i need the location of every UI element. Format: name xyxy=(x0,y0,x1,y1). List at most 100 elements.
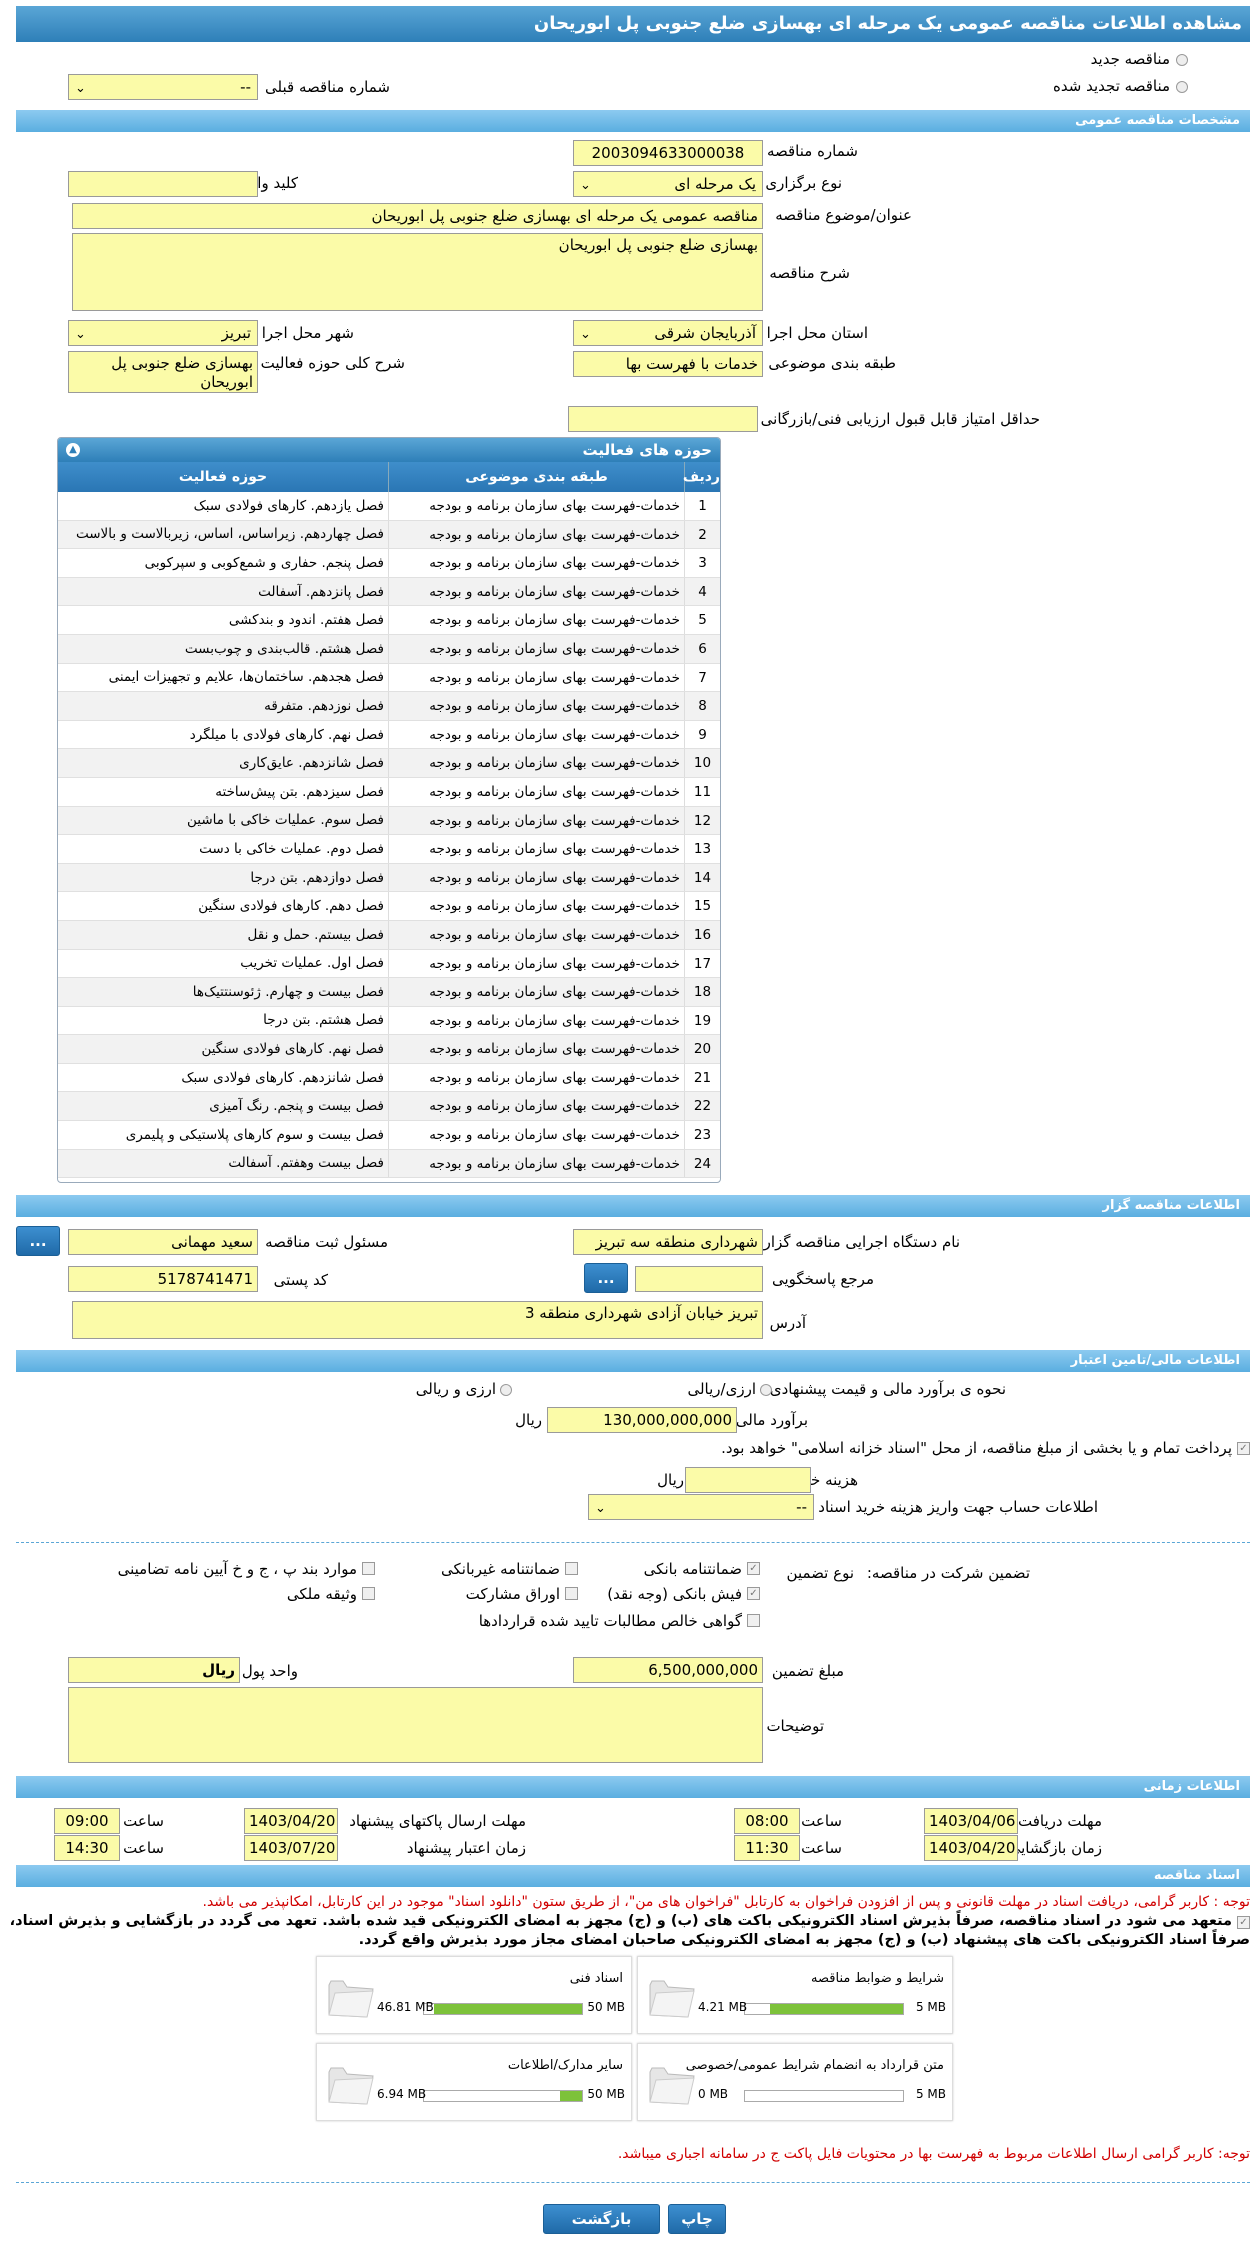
g7-checkbox[interactable] xyxy=(747,1614,760,1627)
select-ref-button[interactable]: ... xyxy=(584,1263,628,1293)
guarantee-label: تضمین شرکت در مناقصه: xyxy=(866,1564,1030,1582)
row-category: خدمات-فهرست بهای سازمان برنامه و بودجه xyxy=(388,1006,684,1035)
row-activity: فصل پانزدهم. آسفالت xyxy=(258,583,384,600)
section-documents: اسناد مناقصه xyxy=(16,1865,1250,1887)
treasury-text: پرداخت تمام و یا بخشی از مبلغ مناقصه، از… xyxy=(721,1439,1232,1457)
row-index: 13 xyxy=(684,835,720,863)
validity-label: زمان اعتبار پیشنهاد xyxy=(406,1839,526,1857)
table-row: 16 خدمات-فهرست بهای سازمان برنامه و بودجه… xyxy=(58,920,720,950)
row-activity: فصل بیست وهفتم. آسفالت xyxy=(228,1155,384,1172)
row-category: خدمات-فهرست بهای سازمان برنامه و بودجه xyxy=(388,549,684,577)
radio-rial[interactable] xyxy=(760,1384,772,1396)
activity-grid-title: حوزه های فعالیت xyxy=(582,441,713,459)
row-activity: فصل چهاردهم. زیراساس، اساس، زیربالاست و … xyxy=(75,526,384,543)
doc-used: 6.94 MB xyxy=(377,2087,427,2101)
radio-both[interactable] xyxy=(500,1384,512,1396)
doc-card[interactable]: شرایط و ضوابط مناقصه 5 MB 4.21 MB xyxy=(637,1956,953,2034)
type-label: نوع برگزاری xyxy=(765,174,842,192)
table-row: 7 خدمات-فهرست بهای سازمان برنامه و بودجه ف… xyxy=(58,663,720,693)
row-category: خدمات-فهرست بهای سازمان برنامه و بودجه xyxy=(388,1092,684,1121)
doc-name: سایر مدارک/اطلاعات xyxy=(507,2058,623,2073)
row-activity: فصل بیستم. حمل و نقل xyxy=(247,926,384,943)
resp-field: سعید مهمانی xyxy=(68,1229,258,1255)
folder-icon xyxy=(328,2067,374,2105)
select-responsible-button[interactable]: ... xyxy=(16,1226,60,1256)
keyword-field[interactable] xyxy=(68,171,258,197)
table-row: 11 خدمات-فهرست بهای سازمان برنامه و بودجه… xyxy=(58,777,720,807)
treasury-checkbox[interactable]: ✓ xyxy=(1237,1442,1250,1455)
table-row: 6 خدمات-فهرست بهای سازمان برنامه و بودجه ف… xyxy=(58,634,720,664)
table-row: 9 خدمات-فهرست بهای سازمان برنامه و بودجه ف… xyxy=(58,720,720,750)
print-button[interactable]: چاپ xyxy=(668,2204,726,2234)
min-score-field[interactable] xyxy=(568,406,758,432)
radio-renewed-tender[interactable] xyxy=(1176,81,1188,93)
row-category: خدمات-فهرست بهای سازمان برنامه و بودجه xyxy=(388,835,684,863)
g5-checkbox[interactable] xyxy=(565,1587,578,1600)
ref-field xyxy=(635,1266,763,1292)
unit-field: ریال xyxy=(68,1657,240,1683)
activity-grid-body: 1 خدمات-فهرست بهای سازمان برنامه و بودجه ف… xyxy=(58,492,720,1179)
doc-progress xyxy=(423,2003,583,2015)
account-select[interactable]: -- ⌄ xyxy=(588,1494,814,1520)
table-row: 24 خدمات-فهرست بهای سازمان برنامه و بودجه… xyxy=(58,1149,720,1179)
city-label: شهر محل اجرا xyxy=(261,324,354,342)
validity-time-label: ساعت xyxy=(123,1839,164,1857)
doc-card[interactable]: اسناد فنی 50 MB 46.81 MB xyxy=(316,1956,632,2034)
doc-max: 5 MB xyxy=(915,2000,946,2014)
folder-icon xyxy=(649,2067,695,2105)
row-activity: فصل هجدهم. ساختمان‌ها، علایم و تجهیزات ا… xyxy=(108,669,384,686)
table-row: 2 خدمات-فهرست بهای سازمان برنامه و بودجه ف… xyxy=(58,520,720,550)
province-select[interactable]: آذربایجان شرقی ⌄ xyxy=(573,320,763,346)
radio-new-tender[interactable] xyxy=(1176,54,1188,66)
row-category: خدمات-فهرست بهای سازمان برنامه و بودجه xyxy=(388,1149,684,1178)
type-select[interactable]: یک مرحله ای ⌄ xyxy=(573,171,763,197)
row-index: 16 xyxy=(684,920,720,949)
row-index: 14 xyxy=(684,863,720,892)
collapse-icon[interactable]: ▲ xyxy=(66,443,80,457)
doc-name: شرایط و ضوابط مناقصه xyxy=(811,1971,944,1986)
row-category: خدمات-فهرست بهای سازمان برنامه و بودجه xyxy=(388,806,684,835)
commit-checkbox[interactable]: ✓ xyxy=(1237,1916,1250,1929)
category-field: خدمات با فهرست بها xyxy=(573,351,763,377)
tender-no-label: شماره مناقصه xyxy=(766,142,858,160)
table-row: 21 خدمات-فهرست بهای سازمان برنامه و بودجه… xyxy=(58,1063,720,1093)
city-select[interactable]: تبریز ⌄ xyxy=(68,320,258,346)
row-index: 5 xyxy=(684,606,720,634)
row-activity: فصل شانزدهم. کارهای فولادی سبک xyxy=(181,1069,384,1086)
row-category: خدمات-فهرست بهای سازمان برنامه و بودجه xyxy=(388,663,684,692)
row-category: خدمات-فهرست بهای سازمان برنامه و بودجه xyxy=(388,634,684,663)
min-score-label: حداقل امتیاز قابل قبول ارزیابی فنی/بازرگ… xyxy=(760,410,1040,428)
back-button[interactable]: بازگشت xyxy=(543,2204,660,2234)
g1-label: ضمانتنامه بانکی xyxy=(643,1560,742,1578)
row-index: 8 xyxy=(684,692,720,720)
divider xyxy=(16,2182,1250,2183)
doc-card[interactable]: سایر مدارک/اطلاعات 50 MB 6.94 MB xyxy=(316,2043,632,2121)
desc-label: شرح مناقصه xyxy=(769,264,850,282)
row-activity: فصل دهم. کارهای فولادی سنگین xyxy=(198,898,384,915)
g6-checkbox[interactable] xyxy=(362,1587,375,1600)
postal-label: کد پستی xyxy=(273,1271,328,1289)
submit-deadline-time: 09:00 xyxy=(54,1808,120,1834)
table-row: 22 خدمات-فهرست بهای سازمان برنامه و بودجه… xyxy=(58,1092,720,1122)
row-activity: فصل دوم. عملیات خاکی با دست xyxy=(199,840,384,857)
g2-checkbox[interactable] xyxy=(565,1562,578,1575)
g4-checkbox[interactable]: ✓ xyxy=(747,1587,760,1600)
row-activity: فصل بیست و سوم کارهای پلاستیکی و پلیمری xyxy=(125,1126,384,1143)
g1-checkbox[interactable]: ✓ xyxy=(747,1562,760,1575)
table-row: 1 خدمات-فهرست بهای سازمان برنامه و بودجه ف… xyxy=(58,492,720,521)
row-category: خدمات-فهرست بهای سازمان برنامه و بودجه xyxy=(388,920,684,949)
org-field: شهرداری منطقه سه تبریز xyxy=(573,1229,763,1255)
g3-checkbox[interactable] xyxy=(362,1562,375,1575)
row-activity: فصل نهم. کارهای فولادی با میلگرد xyxy=(189,726,384,743)
row-index: 6 xyxy=(684,634,720,663)
notes-label: توضیحات xyxy=(766,1717,824,1735)
table-row: 3 خدمات-فهرست بهای سازمان برنامه و بودجه ف… xyxy=(58,549,720,578)
doc-card[interactable]: متن قرارداد به انضمام شرایط عمومی/خصوصی … xyxy=(637,2043,953,2121)
table-row: 10 خدمات-فهرست بهای سازمان برنامه و بودجه… xyxy=(58,749,720,778)
radio-rial-label: ارزی/ریالی xyxy=(687,1380,756,1398)
subject-label: عنوان/موضوع مناقصه xyxy=(775,206,912,224)
activity-grid: حوزه های فعالیت ▲ ردیف طبقه بندی موضوعی … xyxy=(57,437,721,1183)
prev-tender-select[interactable]: -- ⌄ xyxy=(68,74,258,100)
radio-new-label: مناقصه جدید xyxy=(1090,50,1170,68)
estimate-label: برآورد مالی xyxy=(735,1411,808,1429)
